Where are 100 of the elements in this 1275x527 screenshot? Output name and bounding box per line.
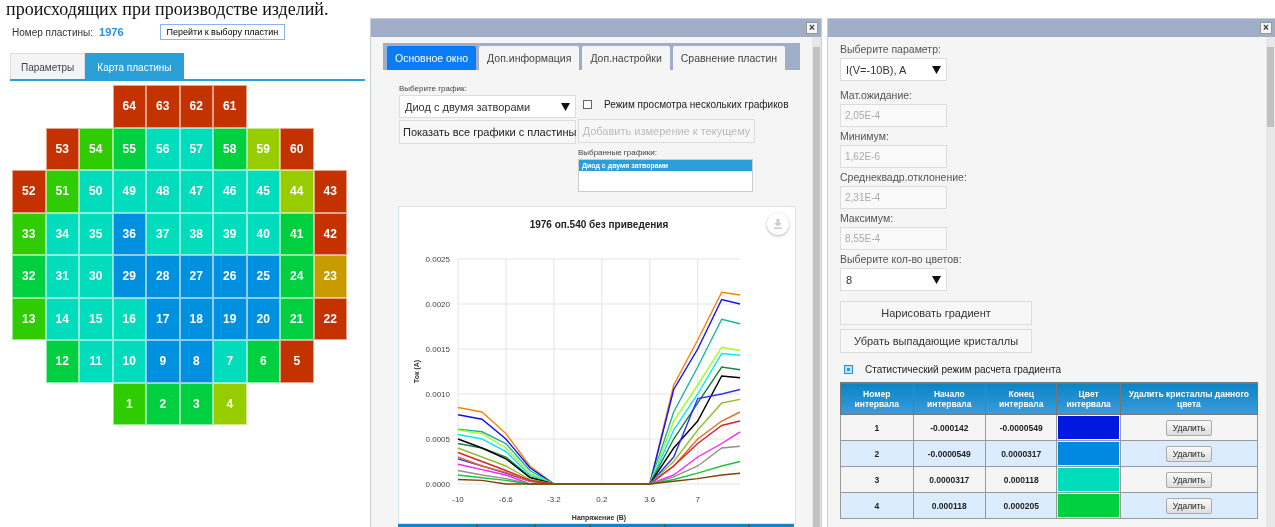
x-tick-label: 3.6 (644, 495, 656, 504)
die-cell[interactable]: 27 (179, 255, 213, 298)
chart-select[interactable]: Диод с двумя затворами (399, 95, 576, 118)
field-label: Максимум: (840, 212, 895, 225)
die-cell[interactable]: 31 (45, 255, 79, 298)
x-tick-label: -10 (452, 495, 464, 504)
y-tick-label: 0.0015 (425, 345, 450, 354)
die-cell[interactable]: 37 (146, 212, 180, 255)
die-cell[interactable]: 6 (246, 340, 280, 383)
table-cell: 0.000118 (913, 492, 986, 519)
die-cell[interactable]: 61 (213, 85, 247, 128)
tab[interactable]: Доп.информация (479, 46, 580, 70)
field-label: Минимум: (840, 130, 890, 143)
color-count-select[interactable]: 8 (840, 268, 947, 291)
die-cell[interactable]: 60 (280, 127, 314, 170)
die-cell[interactable]: 17 (146, 297, 180, 340)
close-button[interactable]: × (1260, 22, 1272, 34)
die-cell[interactable]: 21 (280, 297, 314, 340)
die-cell[interactable]: 55 (112, 127, 146, 170)
die-cell[interactable]: 52 (12, 170, 46, 213)
die-cell[interactable]: 13 (12, 297, 46, 340)
die-cell[interactable]: 43 (313, 170, 347, 213)
die-cell[interactable]: 25 (246, 255, 280, 298)
die-cell[interactable]: 64 (112, 85, 146, 128)
scrollbar[interactable] (1266, 37, 1275, 527)
die-cell[interactable]: 49 (112, 170, 146, 213)
die-cell[interactable]: 19 (213, 297, 247, 340)
parameter-select[interactable]: I(V=-10B), A (840, 58, 947, 81)
die-cell[interactable]: 30 (79, 255, 113, 298)
die-cell[interactable]: 9 (146, 340, 180, 383)
die-cell[interactable]: 56 (146, 127, 180, 170)
die-cell[interactable]: 26 (213, 255, 247, 298)
die-cell[interactable]: 46 (213, 170, 247, 213)
die-cell[interactable]: 51 (45, 170, 79, 213)
tab[interactable]: Параметры (10, 53, 86, 79)
dropdown-arrow-icon (932, 275, 941, 284)
tab[interactable]: Доп.настройки (582, 46, 670, 70)
column-header: Удалить кристаллы данного цвета (1120, 382, 1258, 415)
chart-title: 1976 оп.540 без приведения (529, 219, 669, 230)
field-label: Выберите параметр: (840, 43, 942, 56)
delete-button[interactable]: Удалить (1165, 419, 1213, 436)
delete-button[interactable]: Удалить (1165, 471, 1213, 488)
die-cell[interactable]: 12 (45, 340, 79, 383)
y-tick-label: 0.0010 (425, 390, 450, 399)
die-cell[interactable]: 45 (246, 170, 280, 213)
x-tick-label: 7 (695, 495, 700, 504)
die-cell[interactable]: 35 (79, 212, 113, 255)
download-button[interactable] (767, 213, 789, 235)
die-cell[interactable]: 24 (280, 255, 314, 298)
die-cell[interactable]: 10 (112, 340, 146, 383)
tab[interactable]: Основное окно (387, 46, 477, 70)
delete-button[interactable]: Удалить (1165, 497, 1213, 514)
die-cell[interactable]: 39 (213, 212, 247, 255)
y-tick-label: 0.0000 (425, 480, 450, 489)
y-tick-label: 0.0020 (425, 300, 450, 309)
checkbox[interactable] (844, 364, 853, 374)
die-cell[interactable]: 28 (146, 255, 180, 298)
die-cell[interactable]: 50 (79, 170, 113, 213)
action-button[interactable]: Убрать выпадающие кристаллы (840, 329, 1032, 353)
x-tick-label: -6.6 (499, 495, 513, 504)
checkbox-label: Режим просмотра нескольких графиков (604, 98, 789, 110)
scrollbar[interactable] (812, 37, 821, 527)
die-cell[interactable]: 41 (280, 212, 314, 255)
die-cell[interactable]: 47 (179, 170, 213, 213)
die-cell[interactable]: 33 (12, 212, 46, 255)
die-cell[interactable]: 11 (79, 340, 113, 383)
die-cell[interactable]: 48 (146, 170, 180, 213)
checkbox[interactable] (583, 99, 592, 109)
field-label: Выбранные графики: (578, 148, 658, 157)
die-cell[interactable]: 7 (213, 340, 247, 383)
die-cell[interactable]: 1 (112, 382, 146, 425)
die-cell[interactable]: 44 (280, 170, 314, 213)
die-cell[interactable]: 32 (12, 255, 46, 298)
page-heading: происходящих при производстве изделий. (5, 0, 329, 18)
close-button[interactable]: × (806, 22, 818, 34)
table-cell: -0.000142 (913, 414, 986, 441)
die-cell[interactable]: 54 (79, 127, 113, 170)
column-header: Начало интервала (913, 382, 986, 415)
die-cell[interactable]: 8 (179, 340, 213, 383)
table-cell: 0.0000317 (913, 466, 986, 493)
die-cell[interactable]: 23 (313, 255, 347, 298)
delete-button[interactable]: Удалить (1165, 445, 1213, 462)
table-cell: 0.0000317 (985, 440, 1057, 467)
die-cell[interactable]: 4 (213, 382, 247, 425)
die-cell[interactable]: 5 (280, 340, 314, 383)
die-cell[interactable]: 59 (246, 127, 280, 170)
choose-wafers-button[interactable]: Перейти к выбору пластин (159, 24, 286, 40)
tab[interactable]: Сравнение пластин (672, 46, 786, 70)
table-cell: 2 (840, 440, 913, 467)
die-cell[interactable]: 29 (112, 255, 146, 298)
action-button[interactable]: Показать все графики с пластины (399, 120, 576, 144)
die-cell[interactable]: 62 (179, 85, 213, 128)
action-button[interactable]: Нарисовать градиент (840, 301, 1032, 325)
tab[interactable]: Карта пластины (85, 53, 184, 79)
die-cell[interactable]: 53 (45, 127, 79, 170)
die-cell[interactable]: 63 (146, 85, 180, 128)
die-cell[interactable]: 2 (146, 382, 180, 425)
column-header: Номер интервала (840, 382, 913, 415)
die-cell[interactable]: 15 (79, 297, 113, 340)
die-cell[interactable]: 58 (213, 127, 247, 170)
